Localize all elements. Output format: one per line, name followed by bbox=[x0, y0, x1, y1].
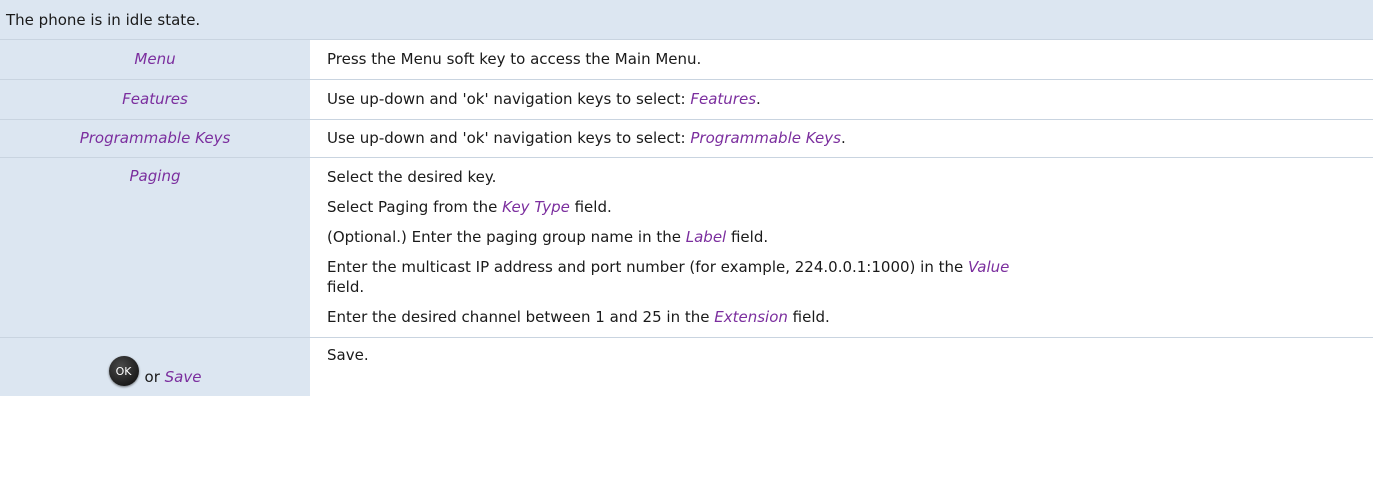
step-key-cell: Menu bbox=[0, 40, 311, 79]
step-description-suffix: . bbox=[840, 129, 846, 147]
step-description: Save. bbox=[327, 346, 369, 364]
paging-step-text: Select the desired key. bbox=[327, 168, 497, 186]
menu-key-label: Menu bbox=[134, 50, 176, 68]
paging-step-line: Select the desired key. bbox=[327, 167, 1361, 187]
paging-step-line: Select Paging from the Key Type field. bbox=[327, 197, 1361, 217]
table-row: Paging Select the desired key. Select Pa… bbox=[0, 158, 1373, 338]
label-field-ref: Label bbox=[685, 228, 727, 246]
paging-step-line: (Optional.) Enter the paging group name … bbox=[327, 227, 1361, 247]
paging-step-text: field. bbox=[726, 228, 769, 246]
step-key-cell: Features bbox=[0, 80, 311, 119]
step-description-cell: Press the Menu soft key to access the Ma… bbox=[311, 40, 1373, 79]
step-description-suffix: . bbox=[756, 90, 761, 108]
step-key-cell: Paging bbox=[0, 158, 311, 337]
extension-field-ref: Extension bbox=[714, 308, 788, 326]
step-description-prefix: Use up-down and 'ok' navigation keys to … bbox=[327, 129, 691, 147]
save-or-group: or Save bbox=[145, 346, 202, 386]
save-key-group: OK or Save bbox=[108, 346, 202, 386]
table-row: Features Use up-down and 'ok' navigation… bbox=[0, 80, 1373, 120]
paging-step-text: field. bbox=[569, 198, 612, 216]
table-header: The phone is in idle state. bbox=[0, 0, 1373, 40]
programmable-keys-key-label: Programmable Keys bbox=[79, 129, 231, 147]
header-text: The phone is in idle state. bbox=[6, 10, 201, 29]
step-description-italic: Features bbox=[690, 90, 757, 108]
procedure-table: The phone is in idle state. Menu Press t… bbox=[0, 0, 1373, 396]
paging-step-text: field. bbox=[787, 308, 830, 326]
value-field-ref: Value bbox=[968, 258, 1010, 276]
paging-step-text: Enter the multicast IP address and port … bbox=[327, 258, 968, 276]
paging-step-line: Enter the multicast IP address and port … bbox=[327, 257, 1361, 277]
save-key-label: Save bbox=[164, 368, 202, 386]
paging-step-text: field. bbox=[327, 278, 365, 296]
step-description-cell: Save. bbox=[311, 338, 1373, 396]
table-row: Menu Press the Menu soft key to access t… bbox=[0, 40, 1373, 80]
or-text: or bbox=[144, 368, 160, 386]
paging-key-label: Paging bbox=[129, 167, 181, 185]
step-description-cell: Select the desired key. Select Paging fr… bbox=[311, 158, 1373, 337]
key-type-field-ref: Key Type bbox=[502, 198, 570, 216]
step-description: Press the Menu soft key to access the Ma… bbox=[327, 50, 702, 68]
paging-step-text: Select Paging from the bbox=[327, 198, 503, 216]
table-row: OK or Save Save. bbox=[0, 338, 1373, 396]
step-key-cell: OK or Save bbox=[0, 338, 311, 396]
paging-step-line: field. bbox=[327, 277, 1361, 297]
paging-step-line: Enter the desired channel between 1 and … bbox=[327, 307, 1361, 327]
paging-step-text: (Optional.) Enter the paging group name … bbox=[327, 228, 686, 246]
ok-button-icon: OK bbox=[108, 356, 139, 386]
step-key-cell: Programmable Keys bbox=[0, 120, 311, 157]
table-row: Programmable Keys Use up-down and 'ok' n… bbox=[0, 120, 1373, 158]
step-description-cell: Use up-down and 'ok' navigation keys to … bbox=[311, 80, 1373, 119]
step-description-prefix: Use up-down and 'ok' navigation keys to … bbox=[327, 90, 691, 108]
paging-step-text: Enter the desired channel between 1 and … bbox=[327, 308, 715, 326]
step-description-italic: Programmable Keys bbox=[690, 129, 841, 147]
features-key-label: Features bbox=[122, 90, 188, 108]
step-description-cell: Use up-down and 'ok' navigation keys to … bbox=[311, 120, 1373, 157]
